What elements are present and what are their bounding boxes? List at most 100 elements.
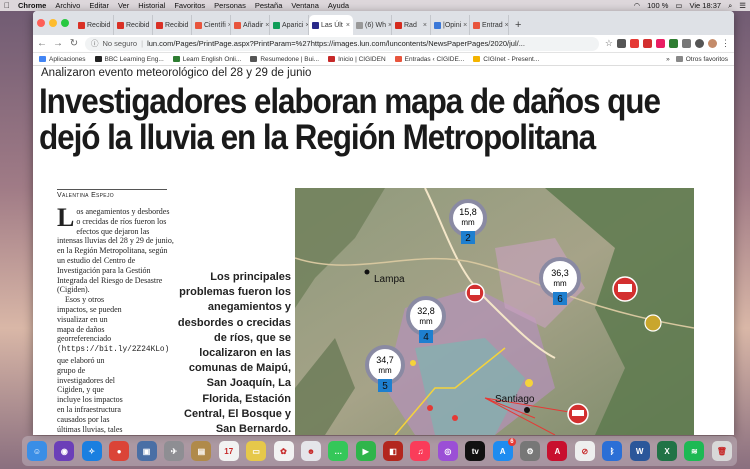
menu-app-name[interactable]: Chrome <box>18 1 46 10</box>
system-preferences-icon[interactable]: ⚙ <box>520 441 541 461</box>
reload-button[interactable]: ↻ <box>69 38 79 49</box>
acrobat-icon[interactable]: A <box>547 441 568 461</box>
safari-icon[interactable]: ✧ <box>81 441 102 461</box>
bookmarks-more[interactable]: » <box>666 56 670 63</box>
tab-close-icon[interactable]: × <box>346 22 350 29</box>
back-button[interactable]: ← <box>37 38 47 49</box>
address-bar[interactable]: ⓘ No seguro | lun.com/Pages/PrintPage.as… <box>85 36 599 51</box>
menu-pestana[interactable]: Pestaña <box>255 1 283 10</box>
new-tab-button[interactable]: + <box>509 15 527 35</box>
bookmark-6[interactable]: Entradas ‹ CIGIDE... <box>394 56 464 63</box>
bookmark-4[interactable]: Resumedone | Bui... <box>250 56 319 63</box>
stickies-icon[interactable]: ▭ <box>246 441 267 461</box>
security-label: No seguro <box>102 39 138 48</box>
bookmarks-right: » Otros favoritos <box>666 56 728 63</box>
calendar-icon[interactable]: 17 <box>218 441 239 461</box>
music-icon[interactable]: ♫ <box>410 441 431 461</box>
menu-favoritos[interactable]: Favoritos <box>174 1 205 10</box>
tab-11[interactable]: Entrad × <box>470 15 509 35</box>
star-icon[interactable]: ☆ <box>605 38 613 49</box>
damage-marker-1[interactable] <box>465 283 485 303</box>
podcasts-icon[interactable]: ◎ <box>437 441 458 461</box>
bookmark-3[interactable]: Learn English Onli... <box>172 56 241 63</box>
word-icon[interactable]: W <box>629 441 650 461</box>
chrome-icon[interactable]: ● <box>109 441 130 461</box>
bookmark-7[interactable]: CIGInet - Present... <box>473 56 539 63</box>
photo-booth-icon[interactable]: ◧ <box>383 441 404 461</box>
menu-extras-icon[interactable]: ☰ <box>739 1 746 10</box>
appletv-icon[interactable]: tv <box>465 441 486 461</box>
station-6-unit: mm <box>553 279 567 288</box>
facetime-icon[interactable]: ▶ <box>355 441 376 461</box>
clock[interactable]: Vie 18:37 <box>690 1 722 10</box>
excel-icon[interactable]: X <box>656 441 677 461</box>
article-body: Los anegamientos y desbordes o crecidas … <box>57 205 175 436</box>
close-window-button[interactable] <box>37 19 45 27</box>
apple-menu-icon[interactable]:  <box>4 1 10 10</box>
info-icon[interactable]: ⓘ <box>91 38 99 49</box>
search-icon[interactable]: ⌕ <box>728 1 732 11</box>
forward-button[interactable]: → <box>53 38 63 49</box>
zoom-window-button[interactable] <box>61 19 69 27</box>
station-5-value: 34,7 <box>376 355 394 365</box>
tab-close-icon[interactable]: × <box>463 22 467 29</box>
wifi-icon[interactable]: ◠ <box>634 1 641 10</box>
finder-icon[interactable]: ☺ <box>27 441 47 461</box>
tab-9[interactable]: Rad × <box>392 15 431 35</box>
extension-icon-5[interactable] <box>669 39 678 48</box>
tab-1[interactable]: Recibid× <box>75 15 114 35</box>
bookmark-2[interactable]: BBC Learning Eng... <box>94 55 164 63</box>
menu-archivo[interactable]: Archivo <box>55 1 80 10</box>
tab-10[interactable]: |Opini × <box>431 15 470 35</box>
extension-icon-1[interactable] <box>617 39 626 48</box>
menu-ventana[interactable]: Ventana <box>291 1 319 10</box>
notes-icon[interactable]: ▤ <box>191 441 212 461</box>
menu-historial[interactable]: Historial <box>138 1 165 10</box>
extension-icon-4[interactable] <box>656 39 665 48</box>
damage-marker-4[interactable] <box>644 314 662 332</box>
tab-label: Añadir <box>243 21 264 29</box>
menu-editar[interactable]: Editar <box>89 1 109 10</box>
more-menu-icon[interactable]: ⋮ <box>721 38 730 49</box>
menu-personas[interactable]: Personas <box>214 1 246 10</box>
tab-7[interactable]: Las Últ × <box>309 15 353 35</box>
station-2-unit: mm <box>461 218 475 227</box>
tab-6[interactable]: Aparici× <box>270 15 309 35</box>
spotify-icon[interactable]: ≋ <box>684 441 705 461</box>
damage-marker-3[interactable] <box>567 403 589 425</box>
launchpad-icon[interactable]: ✈ <box>163 441 184 461</box>
map-link[interactable]: (https://bit.ly/2Z24KLo) <box>57 346 169 354</box>
messages-icon[interactable]: … <box>328 441 349 461</box>
place-lampa: Lampa <box>374 274 405 285</box>
other-bookmarks[interactable]: Otros favoritos <box>675 56 728 63</box>
preview-icon[interactable]: ▣ <box>136 441 157 461</box>
siri-icon[interactable]: ◉ <box>54 441 75 461</box>
bookmark-1[interactable]: Aplicaciones <box>39 56 86 63</box>
puzzle-icon[interactable] <box>682 39 691 48</box>
tab-close-icon[interactable]: × <box>423 22 427 29</box>
photos-icon[interactable]: ✿ <box>273 441 294 461</box>
extension-icon-3[interactable] <box>643 39 652 48</box>
bookmark-favicon-icon <box>473 56 481 62</box>
damage-marker-2[interactable] <box>612 276 638 302</box>
tab-close-icon[interactable]: × <box>265 22 269 29</box>
tab-4[interactable]: Científi× <box>192 15 231 35</box>
tab-2[interactable]: Recibid× <box>114 15 153 35</box>
minimize-window-button[interactable] <box>49 19 57 27</box>
people-icon[interactable]: ☻ <box>300 441 321 461</box>
bluetooth-icon[interactable]: ᛒ <box>602 441 623 461</box>
extension-icon-2[interactable] <box>630 39 639 48</box>
tab-3[interactable]: Recibid× <box>153 15 192 35</box>
bookmark-label: BBC Learning Eng... <box>104 55 164 63</box>
trash-icon[interactable]: 🗑 <box>711 441 732 461</box>
tab-8[interactable]: (6) Wh × <box>353 15 392 35</box>
battery-icon[interactable]: ▭ <box>675 1 682 10</box>
no-entry-icon[interactable]: ⊘ <box>574 441 595 461</box>
tab-5[interactable]: Añadir × <box>231 15 270 35</box>
appstore-icon[interactable]: A6 <box>492 438 516 461</box>
menu-ver[interactable]: Ver <box>118 1 129 10</box>
bookmark-5[interactable]: Inicio | CIGIDEN <box>328 56 386 63</box>
avatar[interactable] <box>708 39 717 48</box>
media-icon[interactable] <box>695 39 704 48</box>
menu-ayuda[interactable]: Ayuda <box>328 1 349 10</box>
